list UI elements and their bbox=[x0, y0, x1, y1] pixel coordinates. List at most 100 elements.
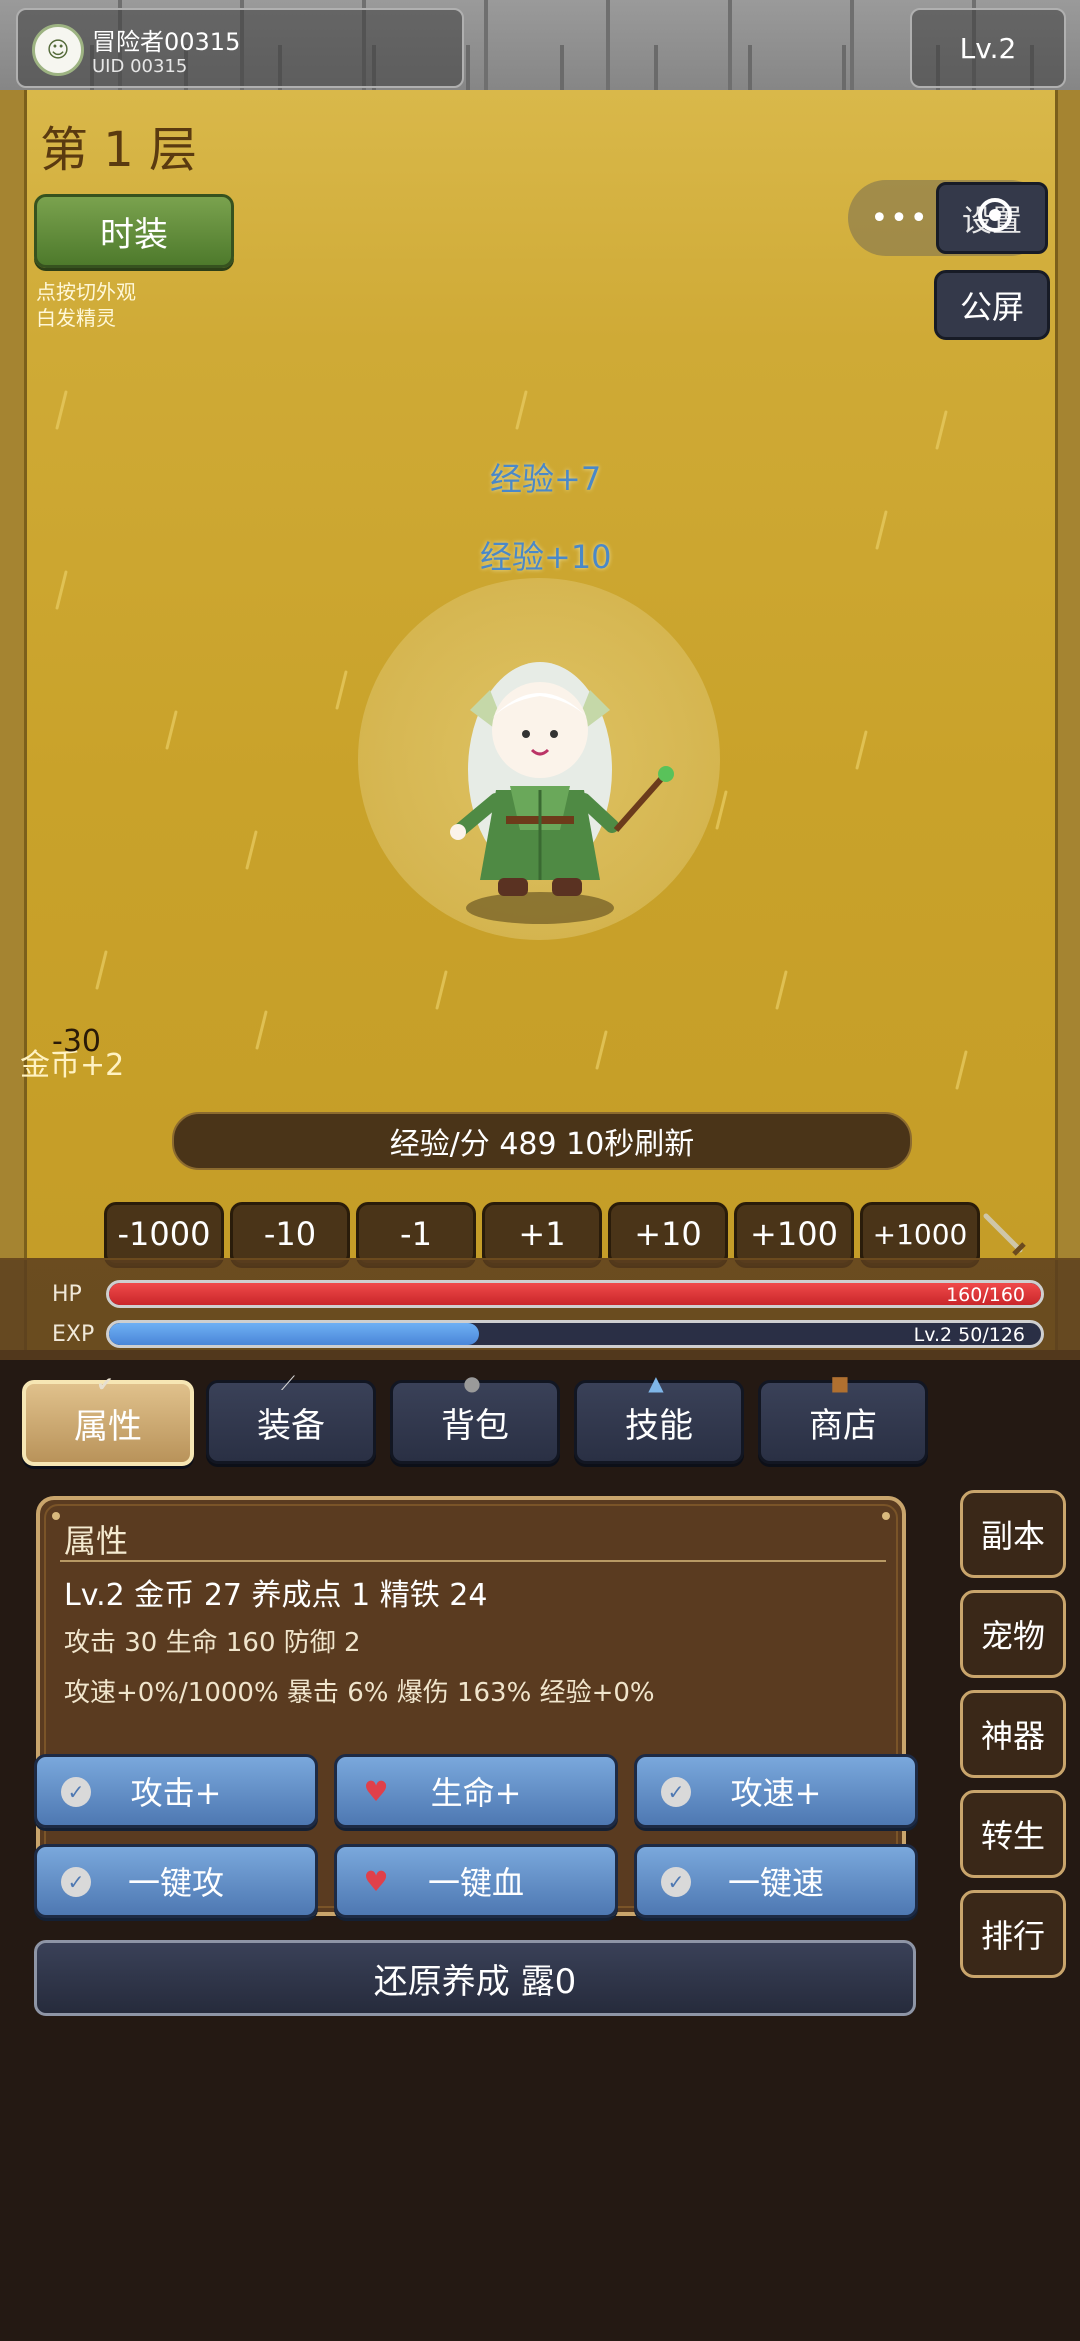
attributes-combat-stats: 攻击 30 生命 160 防御 2 bbox=[64, 1628, 361, 1658]
button-label: 生命+ bbox=[430, 1774, 522, 1812]
attributes-bonus-stats: 攻速+0%/1000% 暴击 6% 爆伤 163% 经验+0% bbox=[64, 1678, 655, 1708]
grass-decoration bbox=[855, 730, 868, 770]
main-tab-bar: ✔ 属性 ⟋ 装备 ● 背包 ▲ 技能 ■ 商店 bbox=[22, 1371, 942, 1466]
left-wall bbox=[0, 90, 27, 1350]
step-plus-1-button[interactable]: +1 bbox=[482, 1202, 602, 1266]
check-icon: ✓ bbox=[661, 1777, 691, 1807]
shop-bag-icon: ■ bbox=[830, 1371, 850, 1395]
costume-hint: 点按切外观 bbox=[36, 280, 136, 304]
heart-icon: ♥ bbox=[363, 1865, 389, 1898]
exp-bar: Lv.2 50/126 bbox=[106, 1320, 1044, 1348]
check-icon: ✓ bbox=[61, 1777, 91, 1807]
grass-decoration bbox=[165, 710, 178, 750]
side-menu-dungeon[interactable]: 副本 bbox=[960, 1490, 1066, 1578]
right-wall bbox=[1055, 90, 1080, 1350]
tab-shop[interactable]: ■ 商店 bbox=[758, 1371, 928, 1464]
exp-gain-text: 经验+10 bbox=[480, 538, 612, 576]
tab-label: 商店 bbox=[809, 1405, 877, 1446]
tab-label: 属性 bbox=[74, 1406, 142, 1447]
user-uid: UID 00315 bbox=[92, 56, 188, 77]
button-label: 一键血 bbox=[427, 1864, 524, 1902]
hp-bar-fill bbox=[109, 1283, 1041, 1305]
exp-bar-fill bbox=[109, 1323, 479, 1345]
damage-text: -30 bbox=[52, 1024, 101, 1059]
panel-rivet bbox=[52, 1512, 60, 1520]
hp-label: HP bbox=[52, 1282, 82, 1307]
hp-bar: 160/160 bbox=[106, 1280, 1044, 1308]
button-label: 攻击+ bbox=[130, 1774, 222, 1812]
step-minus-1-button[interactable]: -1 bbox=[356, 1202, 476, 1266]
top-bar: ☺ 冒险者00315 UID 00315 Lv.2 bbox=[0, 0, 1080, 90]
grass-decoration bbox=[875, 510, 888, 550]
attributes-title: 属性 bbox=[64, 1522, 129, 1560]
tab-backpack[interactable]: ● 背包 bbox=[390, 1371, 560, 1464]
attack-plus-button[interactable]: ✓ 攻击+ bbox=[34, 1754, 318, 1828]
crystal-icon: ▲ bbox=[648, 1371, 664, 1395]
more-menu-button[interactable]: ••• bbox=[870, 196, 930, 240]
grass-decoration bbox=[255, 1010, 268, 1050]
exp-rate-display: 经验/分 489 10秒刷新 bbox=[172, 1112, 912, 1170]
user-name: 冒险者00315 bbox=[92, 28, 241, 56]
step-plus-10-button[interactable]: +10 bbox=[608, 1202, 728, 1266]
costume-button[interactable]: 时装 bbox=[34, 194, 234, 268]
game-scene[interactable]: 第 1 层 时装 点按切外观 白发精灵 ••• 设置 公屏 经验+7 经验+10… bbox=[0, 90, 1080, 1350]
tab-label: 背包 bbox=[441, 1405, 509, 1446]
step-plus-1000-button[interactable]: +1000 bbox=[860, 1202, 980, 1266]
auto-hp-button[interactable]: ♥ 一键血 bbox=[334, 1844, 618, 1918]
public-chat-button[interactable]: 公屏 bbox=[934, 270, 1050, 340]
reset-training-button[interactable]: 还原养成 露0 bbox=[34, 1940, 916, 2016]
side-menu-pet[interactable]: 宠物 bbox=[960, 1590, 1066, 1678]
check-icon: ✓ bbox=[661, 1867, 691, 1897]
sword-icon bbox=[983, 1213, 1026, 1256]
tab-equipment[interactable]: ⟋ 装备 bbox=[206, 1371, 376, 1464]
auto-attack-button[interactable]: ✓ 一键攻 bbox=[34, 1844, 318, 1918]
grass-decoration bbox=[55, 570, 68, 610]
heart-icon: ♥ bbox=[363, 1775, 389, 1808]
grass-decoration bbox=[55, 390, 68, 430]
hp-value: 160/160 bbox=[946, 1284, 1025, 1306]
grass-decoration bbox=[715, 790, 728, 830]
attack-speed-plus-button[interactable]: ✓ 攻速+ bbox=[634, 1754, 918, 1828]
floor-title: 第 1 层 bbox=[40, 122, 198, 178]
button-label: 一键攻 bbox=[127, 1864, 224, 1902]
auto-speed-button[interactable]: ✓ 一键速 bbox=[634, 1844, 918, 1918]
check-icon: ✔ bbox=[96, 1372, 114, 1396]
grass-decoration bbox=[955, 1050, 968, 1090]
level-badge: Lv.2 bbox=[910, 8, 1066, 88]
grass-decoration bbox=[245, 830, 258, 870]
stats-bars-panel: HP 160/160 EXP Lv.2 50/126 bbox=[0, 1258, 1080, 1360]
side-menu-ranking[interactable]: 排行 bbox=[960, 1890, 1066, 1978]
bag-icon: ● bbox=[463, 1371, 481, 1395]
button-label: 一键速 bbox=[727, 1864, 824, 1902]
sword-icon: ⟋ bbox=[281, 1371, 295, 1395]
grass-decoration bbox=[935, 410, 948, 450]
panel-rivet bbox=[882, 1512, 890, 1520]
side-menu-artifact[interactable]: 神器 bbox=[960, 1690, 1066, 1778]
step-plus-100-button[interactable]: +100 bbox=[734, 1202, 854, 1266]
tab-label: 技能 bbox=[625, 1405, 693, 1446]
step-minus-10-button[interactable]: -10 bbox=[230, 1202, 350, 1266]
elf-hero-sprite[interactable] bbox=[440, 630, 680, 930]
tab-attributes[interactable]: ✔ 属性 bbox=[22, 1372, 194, 1466]
tab-label: 装备 bbox=[257, 1405, 325, 1446]
grass-decoration bbox=[95, 950, 108, 990]
attributes-summary: Lv.2 金币 27 养成点 1 精铁 24 bbox=[64, 1578, 488, 1613]
record-close-icon[interactable] bbox=[978, 198, 1012, 232]
costume-name: 白发精灵 bbox=[36, 306, 116, 330]
grass-decoration bbox=[335, 670, 348, 710]
grass-decoration bbox=[435, 970, 448, 1010]
exp-gain-text: 经验+7 bbox=[490, 460, 602, 498]
hp-plus-button[interactable]: ♥ 生命+ bbox=[334, 1754, 618, 1828]
divider bbox=[60, 1560, 886, 1562]
user-panel[interactable]: ☺ 冒险者00315 UID 00315 bbox=[16, 8, 464, 88]
exp-value: Lv.2 50/126 bbox=[913, 1324, 1025, 1346]
button-label: 攻速+ bbox=[730, 1774, 822, 1812]
tab-skills[interactable]: ▲ 技能 bbox=[574, 1371, 744, 1464]
step-minus-1000-button[interactable]: -1000 bbox=[104, 1202, 224, 1266]
avatar[interactable]: ☺ bbox=[32, 24, 84, 76]
grass-decoration bbox=[775, 970, 788, 1010]
side-menu-rebirth[interactable]: 转生 bbox=[960, 1790, 1066, 1878]
exp-label: EXP bbox=[52, 1322, 95, 1347]
grass-decoration bbox=[515, 390, 528, 430]
grass-decoration bbox=[595, 1030, 608, 1070]
